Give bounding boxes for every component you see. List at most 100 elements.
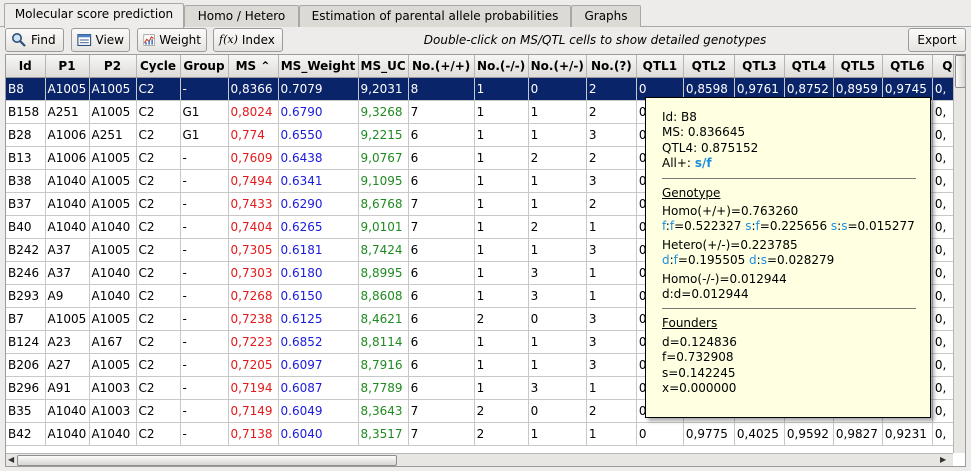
table-cell[interactable]: 8	[408, 77, 475, 101]
table-cell[interactable]: 0.6097	[278, 353, 359, 377]
table-cell[interactable]: A1040	[89, 261, 137, 285]
table-cell[interactable]: A1040	[89, 215, 137, 239]
table-cell[interactable]: 8,7789	[358, 376, 409, 400]
table-cell[interactable]: 0.6341	[278, 169, 359, 193]
table-cell[interactable]: B37	[6, 192, 46, 216]
column-header-group[interactable]: Group	[180, 55, 229, 78]
table-cell[interactable]: 3	[528, 261, 587, 285]
table-cell[interactable]: 8,8114	[358, 330, 409, 354]
table-cell[interactable]: B158	[6, 100, 46, 124]
table-cell[interactable]: A1005	[45, 307, 90, 331]
column-header-p1[interactable]: P1	[45, 55, 90, 78]
table-cell[interactable]: 2	[586, 146, 637, 170]
table-cell[interactable]: 0,9775	[683, 422, 735, 446]
table-cell[interactable]: B246	[6, 261, 46, 285]
table-cell[interactable]: -	[180, 192, 229, 216]
table-cell[interactable]: -	[180, 238, 229, 262]
table-cell[interactable]: A1005	[89, 100, 137, 124]
table-cell[interactable]: 1	[586, 215, 637, 239]
table-cell[interactable]: 7	[408, 100, 475, 124]
table-cell[interactable]: 0,7205	[228, 353, 279, 377]
table-cell[interactable]: 0,9827	[833, 422, 883, 446]
table-cell[interactable]: 8,4621	[358, 307, 409, 331]
column-header-qtl2[interactable]: QTL2	[683, 55, 735, 78]
table-cell[interactable]: 1	[528, 353, 587, 377]
table-cell[interactable]: 2	[474, 399, 529, 423]
table-cell[interactable]: 0.6852	[278, 330, 359, 354]
column-header-qtl3[interactable]: QTL3	[734, 55, 785, 78]
table-cell[interactable]: 0,7305	[228, 238, 279, 262]
table-cell[interactable]: 1	[474, 123, 529, 147]
table-cell[interactable]: 3	[586, 169, 637, 193]
tab-parental-allele-probabilities[interactable]: Estimation of parental allele probabilit…	[299, 5, 571, 27]
table-cell[interactable]: 8,3517	[358, 422, 409, 446]
table-cell[interactable]: B206	[6, 353, 46, 377]
table-cell[interactable]: 6	[408, 146, 475, 170]
table-cell[interactable]: 1	[528, 123, 587, 147]
table-cell[interactable]: 0,7404	[228, 215, 279, 239]
table-cell[interactable]: C2	[136, 353, 181, 377]
table-cell[interactable]: A1040	[45, 422, 90, 446]
table-cell[interactable]: 1	[474, 238, 529, 262]
table-cell[interactable]: 6	[408, 353, 475, 377]
table-cell[interactable]: 0,4025	[734, 422, 785, 446]
table-cell[interactable]: 0,7268	[228, 284, 279, 308]
table-cell[interactable]: 0,774	[228, 123, 279, 147]
table-cell[interactable]: 2	[586, 192, 637, 216]
table-cell[interactable]: 1	[474, 353, 529, 377]
table-cell[interactable]: -	[180, 353, 229, 377]
table-cell[interactable]: 0.6550	[278, 123, 359, 147]
column-header-no[interactable]: No.(+/+)	[408, 55, 475, 78]
table-cell[interactable]: A1005	[89, 353, 137, 377]
table-cell[interactable]: 3	[586, 238, 637, 262]
table-cell[interactable]: B293	[6, 284, 46, 308]
table-cell[interactable]: 3	[586, 330, 637, 354]
table-cell[interactable]: A1005	[89, 169, 137, 193]
table-cell[interactable]: 0,7303	[228, 261, 279, 285]
table-cell[interactable]: 1	[474, 192, 529, 216]
table-cell[interactable]: 1	[586, 261, 637, 285]
table-cell[interactable]: -	[180, 261, 229, 285]
table-cell[interactable]: 8,3643	[358, 399, 409, 423]
table-cell[interactable]: 7	[408, 192, 475, 216]
table-cell[interactable]: 6	[408, 123, 475, 147]
table-cell[interactable]: 9,2031	[358, 77, 409, 101]
table-cell[interactable]: A251	[89, 123, 137, 147]
table-cell[interactable]: A1005	[89, 146, 137, 170]
table-cell[interactable]: A1005	[89, 192, 137, 216]
table-cell[interactable]: C2	[136, 169, 181, 193]
table-cell[interactable]: C2	[136, 284, 181, 308]
table-cell[interactable]: 7	[408, 399, 475, 423]
table-cell[interactable]: C2	[136, 399, 181, 423]
column-header-qtl4[interactable]: QTL4	[784, 55, 834, 78]
column-header-no[interactable]: No.(-/-)	[474, 55, 529, 78]
table-cell[interactable]: B38	[6, 169, 46, 193]
table-cell[interactable]: 9,0101	[358, 215, 409, 239]
table-cell[interactable]: B28	[6, 123, 46, 147]
table-cell[interactable]: A1003	[89, 399, 137, 423]
table-cell[interactable]: 3	[586, 353, 637, 377]
table-cell[interactable]: A23	[45, 330, 90, 354]
table-cell[interactable]: B40	[6, 215, 46, 239]
table-cell[interactable]: A1003	[89, 376, 137, 400]
column-header-no[interactable]: No.(+/-)	[528, 55, 587, 78]
table-cell[interactable]: 8,7424	[358, 238, 409, 262]
table-cell[interactable]: 9,1095	[358, 169, 409, 193]
table-cell[interactable]: 9,0767	[358, 146, 409, 170]
table-cell[interactable]: C2	[136, 261, 181, 285]
table-cell[interactable]: A9	[45, 284, 90, 308]
table-cell[interactable]: -	[180, 284, 229, 308]
table-cell[interactable]: 8,8608	[358, 284, 409, 308]
column-header-ms-uc[interactable]: MS_UC	[358, 55, 409, 78]
table-cell[interactable]: 3	[528, 376, 587, 400]
table-cell[interactable]: 1	[586, 422, 637, 446]
table-cell[interactable]: 1	[474, 77, 529, 101]
tab-graphs[interactable]: Graphs	[571, 5, 641, 27]
table-cell[interactable]: 8,6768	[358, 192, 409, 216]
table-cell[interactable]: 1	[528, 100, 587, 124]
table-cell[interactable]: -	[180, 77, 229, 101]
table-cell[interactable]: 0,7494	[228, 169, 279, 193]
table-cell[interactable]: 0.6150	[278, 284, 359, 308]
table-cell[interactable]: 6	[408, 307, 475, 331]
table-cell[interactable]: C2	[136, 330, 181, 354]
